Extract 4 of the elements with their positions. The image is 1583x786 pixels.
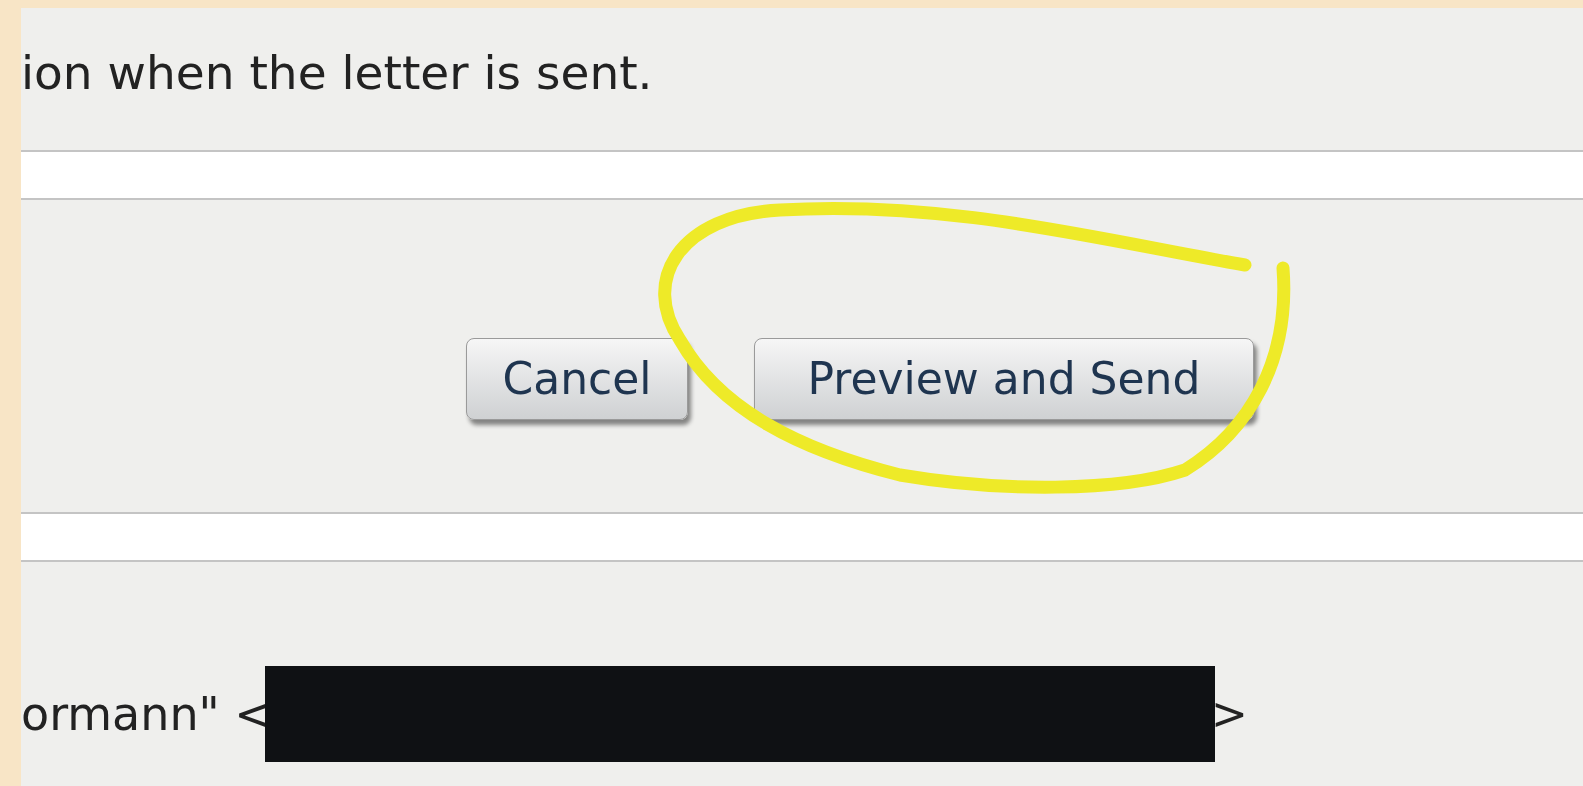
closing-bracket-text: > bbox=[1210, 687, 1248, 741]
instruction-text: ion when the letter is sent. bbox=[21, 46, 653, 100]
preview-and-send-button[interactable]: Preview and Send bbox=[754, 338, 1254, 420]
cancel-button[interactable]: Cancel bbox=[466, 338, 688, 420]
